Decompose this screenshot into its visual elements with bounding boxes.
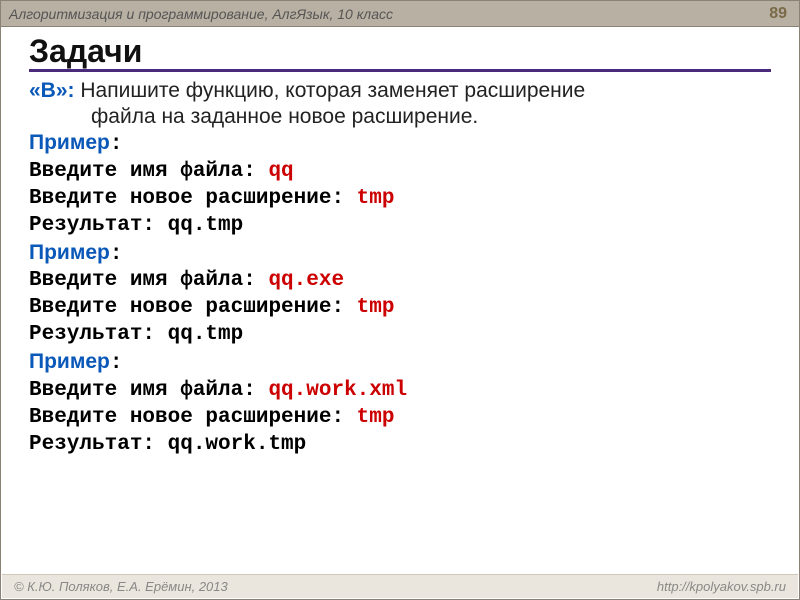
prompt-result: Результат: — [29, 214, 168, 237]
input-file: qq.work.xml — [268, 379, 407, 402]
result-value: qq.tmp — [168, 323, 244, 346]
prompt-name: Введите имя файла: — [29, 379, 268, 402]
prompt-ext: Введите новое расширение: — [29, 406, 357, 429]
prompt-result: Результат: — [29, 433, 168, 456]
slide: Алгоритмизация и программирование, АлгЯз… — [0, 0, 800, 600]
input-ext: tmp — [357, 406, 395, 429]
example-3: Пример: Введите имя файла: qq.work.xml В… — [29, 349, 771, 459]
prompt-ext: Введите новое расширение: — [29, 296, 357, 319]
prompt-name: Введите имя файла: — [29, 269, 268, 292]
prompt-result: Результат: — [29, 323, 168, 346]
body: «B»: Напишите функцию, которая заменяет … — [29, 78, 771, 459]
input-file: qq.exe — [268, 269, 344, 292]
header-bar: Алгоритмизация и программирование, АлгЯз… — [1, 1, 799, 27]
prompt-ext: Введите новое расширение: — [29, 187, 357, 210]
colon: : — [110, 352, 123, 375]
task-statement: «B»: Напишите функцию, которая заменяет … — [29, 78, 771, 131]
footer-bar: © К.Ю. Поляков, Е.А. Ерёмин, 2013 http:/… — [2, 574, 798, 598]
task-line-1: Напишите функцию, которая заменяет расши… — [75, 79, 586, 102]
colon: : — [110, 133, 123, 156]
section-heading: Задачи — [29, 35, 771, 72]
task-line-2: файла на заданное новое расширение. — [29, 104, 771, 130]
example-label: Пример — [29, 131, 110, 154]
copyright: © К.Ю. Поляков, Е.А. Ерёмин, 2013 — [14, 579, 228, 594]
source-url: http://kpolyakov.spb.ru — [657, 579, 786, 594]
input-ext: tmp — [357, 187, 395, 210]
content: Задачи «B»: Напишите функцию, которая за… — [1, 27, 799, 459]
input-file: qq — [268, 160, 293, 183]
course-title: Алгоритмизация и программирование, АлгЯз… — [9, 6, 393, 22]
example-label: Пример — [29, 241, 110, 264]
colon: : — [110, 243, 123, 266]
example-1: Пример: Введите имя файла: qq Введите но… — [29, 130, 771, 240]
page-number: 89 — [769, 5, 787, 23]
difficulty-label: «B»: — [29, 79, 75, 102]
prompt-name: Введите имя файла: — [29, 160, 268, 183]
result-value: qq.tmp — [168, 214, 244, 237]
input-ext: tmp — [357, 296, 395, 319]
example-2: Пример: Введите имя файла: qq.exe Введит… — [29, 240, 771, 350]
example-label: Пример — [29, 350, 110, 373]
result-value: qq.work.tmp — [168, 433, 307, 456]
